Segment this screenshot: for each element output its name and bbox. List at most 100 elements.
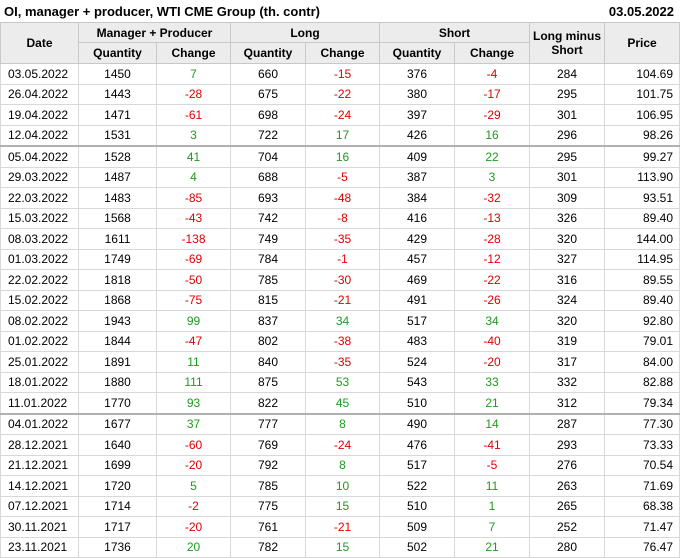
date-cell: 30.11.2021	[0, 516, 79, 538]
short-quantity-cell: 524	[379, 351, 456, 373]
report-title: OI, manager + producer, WTI CME Group (t…	[4, 3, 320, 19]
long-quantity-cell: 749	[230, 228, 306, 250]
table-row: 15.03.2022 1568 -43 742 -8 416 -13 326 89.40	[0, 207, 680, 229]
long-change-cell: -30	[304, 269, 381, 291]
short-change-cell: -40	[454, 330, 531, 352]
short-change-cell: -28	[454, 228, 531, 250]
mp-quantity-cell: 1736	[78, 536, 157, 558]
short-change-cell: 1	[454, 495, 531, 517]
table-row: 22.02.2022 1818 -50 785 -30 469 -22 316 89.55	[0, 269, 680, 291]
price-cell: 79.01	[604, 330, 680, 352]
date-cell: 03.05.2022	[0, 63, 79, 85]
long-change-cell: -48	[304, 187, 381, 209]
short-change-cell: -17	[454, 83, 531, 105]
table-row: 26.04.2022 1443 -28 675 -22 380 -17 295 101.75	[0, 83, 680, 105]
short-change-cell: -5	[454, 454, 531, 476]
date-cell: 21.12.2021	[0, 454, 79, 476]
mp-change-cell: -28	[156, 83, 231, 105]
mp-change-cell: 7	[156, 63, 231, 85]
mp-change-cell: -43	[156, 207, 231, 229]
mp-quantity-cell: 1531	[78, 124, 157, 147]
mp-change-cell: 41	[156, 145, 231, 168]
mp-quantity-cell: 1891	[78, 351, 157, 373]
mp-quantity-cell: 1720	[78, 475, 157, 497]
long-minus-short-cell: 263	[529, 475, 606, 497]
mp-quantity-cell: 1749	[78, 248, 157, 270]
short-change-cell: 16	[454, 124, 531, 147]
long-minus-short-cell: 276	[529, 454, 606, 476]
mp-quantity-cell: 1450	[78, 63, 157, 85]
col-group-short: Short	[379, 22, 531, 43]
price-cell: 71.69	[604, 475, 680, 497]
mp-change-cell: -60	[156, 434, 231, 456]
long-minus-short-cell: 295	[529, 83, 606, 105]
short-quantity-cell: 409	[379, 145, 456, 168]
table-row: 08.02.2022 1943 99 837 34 517 34 320 92.80	[0, 310, 680, 332]
date-cell: 01.03.2022	[0, 248, 79, 270]
mp-change-cell: 3	[156, 124, 231, 147]
date-cell: 22.02.2022	[0, 269, 79, 291]
short-quantity-cell: 429	[379, 228, 456, 250]
table-row: 18.01.2022 1880 111 875 53 543 33 332 82.88	[0, 371, 680, 393]
short-quantity-cell: 416	[379, 207, 456, 229]
table-row: 07.12.2021 1714 -2 775 15 510 1 265 68.38	[0, 495, 680, 517]
long-minus-short-cell: 295	[529, 145, 606, 168]
date-cell: 15.02.2022	[0, 289, 79, 311]
short-quantity-cell: 517	[379, 310, 456, 332]
mp-change-cell: -138	[156, 228, 231, 250]
price-cell: 84.00	[604, 351, 680, 373]
short-change-cell: -22	[454, 269, 531, 291]
short-change-cell: 14	[454, 412, 531, 435]
price-cell: 89.40	[604, 289, 680, 311]
long-quantity-cell: 802	[230, 330, 306, 352]
table-row: 15.02.2022 1868 -75 815 -21 491 -26 324 89.40	[0, 289, 680, 311]
date-cell: 01.02.2022	[0, 330, 79, 352]
long-quantity-cell: 761	[230, 516, 306, 538]
mp-change-cell: 11	[156, 351, 231, 373]
long-minus-short-cell: 280	[529, 536, 606, 558]
date-cell: 25.01.2022	[0, 351, 79, 373]
long-change-cell: -22	[304, 83, 381, 105]
long-quantity-cell: 704	[230, 145, 306, 168]
mp-quantity-cell: 1611	[78, 228, 157, 250]
date-cell: 19.04.2022	[0, 104, 79, 126]
long-minus-short-cell: 320	[529, 228, 606, 250]
long-change-cell: -24	[304, 104, 381, 126]
long-quantity-cell: 742	[230, 207, 306, 229]
short-change-cell: 21	[454, 536, 531, 558]
long-quantity-cell: 688	[230, 166, 306, 188]
short-change-cell: 22	[454, 145, 531, 168]
long-quantity-cell: 693	[230, 187, 306, 209]
short-quantity-cell: 491	[379, 289, 456, 311]
long-change-cell: -21	[304, 516, 381, 538]
table-row: 21.12.2021 1699 -20 792 8 517 -5 276 70.54	[0, 454, 680, 476]
price-cell: 82.88	[604, 371, 680, 393]
table-row: 05.04.2022 1528 41 704 16 409 22 295 99.27	[0, 145, 680, 168]
long-quantity-cell: 837	[230, 310, 306, 332]
long-change-cell: -5	[304, 166, 381, 188]
long-change-cell: 15	[304, 536, 381, 558]
price-cell: 70.54	[604, 454, 680, 476]
long-minus-short-cell: 252	[529, 516, 606, 538]
long-quantity-cell: 792	[230, 454, 306, 476]
short-quantity-cell: 502	[379, 536, 456, 558]
price-cell: 79.34	[604, 392, 680, 414]
long-minus-short-cell: 327	[529, 248, 606, 270]
table-row: 04.01.2022 1677 37 777 8 490 14 287 77.30	[0, 412, 680, 435]
long-quantity-cell: 784	[230, 248, 306, 270]
report-header: OI, manager + producer, WTI CME Group (t…	[0, 0, 680, 22]
short-change-cell: 7	[454, 516, 531, 538]
long-quantity-cell: 775	[230, 495, 306, 517]
long-minus-short-cell: 265	[529, 495, 606, 517]
short-change-cell: -26	[454, 289, 531, 311]
table-row: 29.03.2022 1487 4 688 -5 387 3 301 113.90	[0, 166, 680, 188]
mp-quantity-cell: 1714	[78, 495, 157, 517]
mp-change-cell: 99	[156, 310, 231, 332]
mp-change-cell: -47	[156, 330, 231, 352]
mp-change-cell: -69	[156, 248, 231, 270]
price-cell: 144.00	[604, 228, 680, 250]
mp-change-cell: -50	[156, 269, 231, 291]
short-quantity-cell: 490	[379, 412, 456, 435]
date-cell: 08.02.2022	[0, 310, 79, 332]
long-minus-short-cell: 293	[529, 434, 606, 456]
